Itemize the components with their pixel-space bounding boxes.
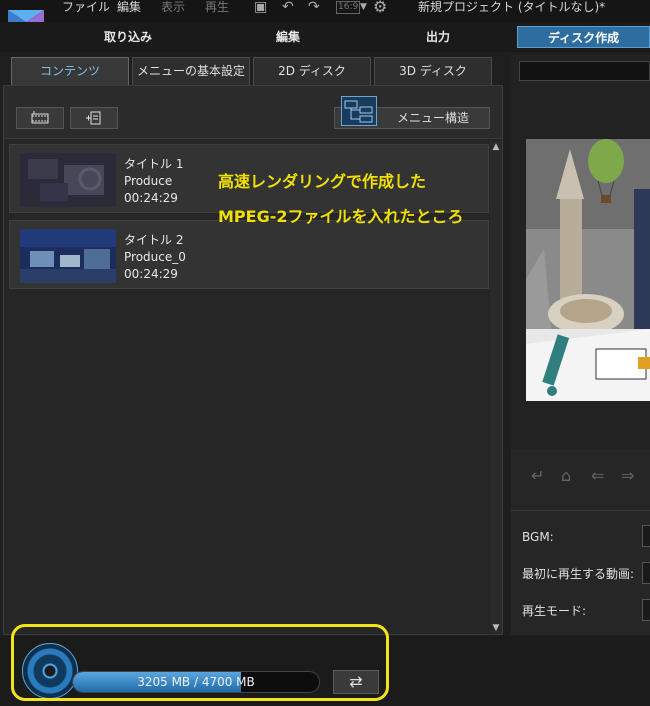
menu-play[interactable]: 再生 [205, 0, 229, 14]
scroll-down-icon[interactable]: ▼ [490, 622, 502, 634]
bgm-label: BGM: [522, 530, 554, 544]
menu-preview-image [526, 139, 650, 401]
menu-structure-button[interactable]: メニュー構造 [334, 96, 490, 129]
tab-menu-settings[interactable]: メニューの基本設定 [132, 57, 250, 85]
return-icon[interactable]: ↵ [531, 468, 544, 484]
disc-settings: BGM: 最初に再生する動画: 再生モード: [511, 510, 650, 635]
content-toolbar: メニュー構造 [4, 86, 502, 139]
document-add-icon [86, 111, 101, 125]
menu-view[interactable]: 表示 [161, 0, 185, 14]
home-icon[interactable]: ⌂ [561, 468, 571, 484]
previous-icon[interactable]: ⇐ [591, 468, 604, 484]
filmstrip-add-icon [31, 111, 49, 124]
tab-2d-disc[interactable]: 2D ディスク [253, 57, 371, 85]
menu-bar: ファイル 編集 表示 再生 ▣ ↶ ↷ 16:9 ▼ ⚙ 新規プロジェクト (タ… [0, 0, 650, 32]
next-icon[interactable]: ⇒ [621, 468, 634, 484]
play-mode-label: 再生モード: [522, 604, 587, 618]
import-video-button[interactable] [16, 107, 64, 129]
title-name: タイトル 2 [124, 233, 184, 247]
play-mode-field[interactable] [642, 599, 650, 621]
project-title: 新規プロジェクト (タイトルなし)* [418, 0, 606, 14]
tree-diagram-icon [344, 100, 373, 123]
video-thumbnail [20, 153, 116, 207]
scroll-up-icon[interactable]: ▲ [490, 141, 502, 153]
title-source-file: Produce_0 [124, 250, 186, 264]
tab-content[interactable]: コンテンツ [11, 57, 129, 85]
aspect-ratio-button[interactable]: 16:9 [336, 1, 361, 14]
redo-icon[interactable]: ↷ [308, 0, 320, 14]
menu-edit[interactable]: 編集 [117, 0, 141, 14]
content-panel: メニュー構造 タイトル 1 Produce 00:24:29 タイトル 2 Pr… [3, 85, 503, 635]
bgm-field[interactable] [642, 525, 650, 547]
menu-file[interactable]: ファイル [62, 0, 110, 14]
title-name: タイトル 1 [124, 157, 184, 171]
tab-3d-disc[interactable]: 3D ディスク [374, 57, 492, 85]
mode-tabs: 取り込み 編集 出力 ディスク作成 [0, 22, 650, 52]
add-title-button[interactable] [70, 107, 118, 129]
tab-edit[interactable]: 編集 [238, 26, 338, 48]
undo-icon[interactable]: ↶ [282, 0, 294, 14]
menu-template-field[interactable] [519, 61, 650, 81]
first-play-field[interactable] [642, 562, 650, 584]
annotation-highlight-frame [11, 624, 389, 701]
title-list-scrollbar[interactable]: ▲ ▼ [490, 141, 502, 634]
annotation-line-2: MPEG-2ファイルを入れたところ [218, 207, 464, 226]
tab-produce[interactable]: 出力 [388, 26, 488, 48]
video-thumbnail [20, 229, 116, 283]
menu-structure-label: メニュー構造 [396, 111, 469, 125]
annotation-line-1: 高速レンダリングで作成した [218, 172, 427, 191]
title-row[interactable]: タイトル 2 Produce_0 00:24:29 [9, 220, 489, 289]
menu-navigation-controls: ↵ ⌂ ⇐ ⇒ [511, 450, 650, 510]
first-play-label: 最初に再生する動画: [522, 567, 635, 581]
menu-structure-icon [341, 96, 377, 126]
preview-panel: ↵ ⌂ ⇐ ⇒ BGM: 最初に再生する動画: 再生モード: [511, 55, 650, 635]
title-duration: 00:24:29 [124, 267, 178, 281]
tab-disc[interactable]: ディスク作成 [517, 26, 650, 48]
gear-icon[interactable]: ⚙ [373, 0, 387, 15]
tab-capture[interactable]: 取り込み [78, 26, 178, 48]
save-icon[interactable]: ▣ [254, 0, 267, 14]
chevron-down-icon[interactable]: ▼ [360, 0, 367, 14]
title-duration: 00:24:29 [124, 191, 178, 205]
title-source-file: Produce [124, 174, 173, 188]
